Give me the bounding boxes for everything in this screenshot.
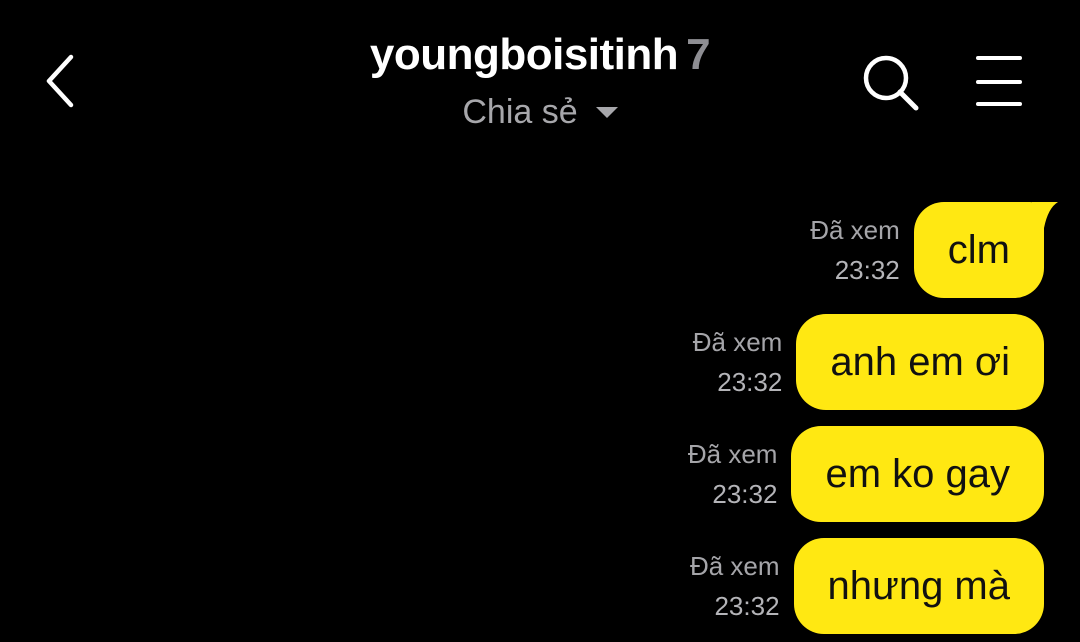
message-meta: Đã xem 23:32 xyxy=(693,322,783,402)
message-meta: Đã xem 23:32 xyxy=(688,434,778,514)
menu-line-icon xyxy=(976,56,1022,60)
search-icon xyxy=(863,55,919,111)
message-text: clm xyxy=(947,227,1010,272)
menu-line-icon xyxy=(976,102,1022,106)
message-time: 23:32 xyxy=(834,255,900,285)
message-row: Đã xem 23:32 anh em ơi xyxy=(693,314,1044,410)
message-bubble[interactable]: nhưng mà xyxy=(793,538,1044,634)
message-meta: Đã xem 23:32 xyxy=(810,210,900,290)
message-time: 23:32 xyxy=(714,591,780,621)
member-count: 7 xyxy=(686,30,711,79)
menu-button[interactable] xyxy=(970,52,1028,112)
search-button[interactable] xyxy=(858,50,924,116)
message-bubble[interactable]: clm xyxy=(913,202,1058,298)
message-row: Đã xem 23:32 clm xyxy=(810,202,1058,298)
bubble-tail-icon xyxy=(1032,202,1058,228)
chat-header: youngboisitinh 7 Chia sẻ xyxy=(0,0,1080,160)
seen-status: Đã xem xyxy=(687,439,778,469)
message-text: anh em ơi xyxy=(830,339,1010,384)
message-bubble[interactable]: anh em ơi xyxy=(796,314,1044,410)
message-row: Đã xem 23:32 em ko gay xyxy=(688,426,1044,522)
menu-line-icon xyxy=(976,80,1022,84)
share-label: Chia sẻ xyxy=(462,93,578,131)
message-text: nhưng mà xyxy=(827,563,1010,608)
message-row: Đã xem 23:32 nhưng mà xyxy=(690,538,1044,634)
message-bubble[interactable]: em ko gay xyxy=(791,426,1044,522)
message-time: 23:32 xyxy=(712,479,778,509)
seen-status: Đã xem xyxy=(692,327,783,357)
message-time: 23:32 xyxy=(717,367,783,397)
seen-status: Đã xem xyxy=(810,215,900,245)
share-dropdown[interactable]: Chia sẻ xyxy=(462,92,618,132)
message-text: em ko gay xyxy=(825,451,1010,496)
caret-down-icon xyxy=(595,106,618,118)
seen-status: Đã xem xyxy=(689,551,780,581)
chat-name: youngboisitinh xyxy=(369,30,679,79)
message-meta: Đã xem 23:32 xyxy=(690,546,780,626)
